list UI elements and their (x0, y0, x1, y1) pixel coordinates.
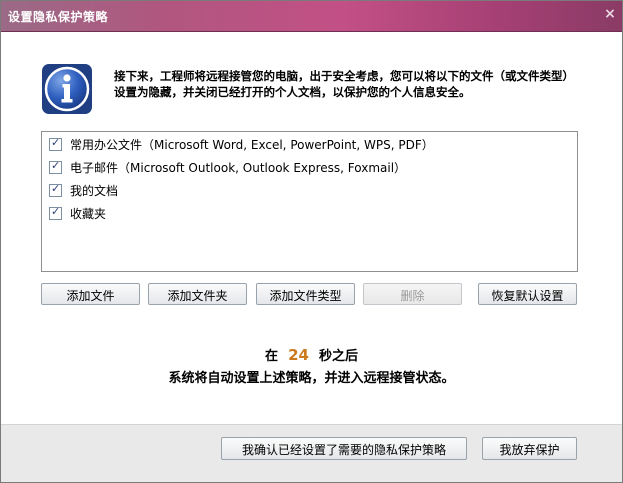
countdown-line: 在 24 秒之后 (1, 345, 622, 364)
checkbox[interactable]: ✓ (49, 135, 62, 151)
countdown-message: 系统将自动设置上述策略，并进入远程接管状态。 (168, 371, 455, 386)
checkbox[interactable]: ✓ (49, 158, 62, 174)
info-icon (42, 64, 92, 114)
add-file-button[interactable]: 添加文件 (41, 283, 140, 305)
window-title: 设置隐私保护策略 (8, 10, 109, 24)
restore-default-button[interactable]: 恢复默认设置 (478, 283, 577, 305)
close-icon[interactable]: × (602, 6, 618, 22)
delete-button[interactable]: 删除 (363, 283, 462, 305)
list-item[interactable]: ✓ 我的文档 (49, 181, 118, 199)
checkmark-icon: ✓ (51, 204, 61, 218)
list-item-label: 我的文档 (70, 183, 119, 198)
checkmark-icon: ✓ (51, 135, 61, 149)
checkbox[interactable]: ✓ (49, 181, 62, 197)
privacy-policy-dialog: 设置隐私保护策略 × 接下来，工程师将远程接管您的电脑，出于安全考虑，您可以将以… (0, 0, 623, 483)
checkbox[interactable]: ✓ (49, 204, 62, 220)
checkmark-icon: ✓ (51, 181, 61, 195)
protected-files-list[interactable]: ✓ 常用办公文件（Microsoft Word, Excel, PowerPoi… (41, 131, 578, 272)
title-bar[interactable]: 设置隐私保护策略 × (1, 1, 622, 32)
info-message: 接下来，工程师将远程接管您的电脑，出于安全考虑，您可以将以下的文件（或文件类型）… (114, 69, 574, 99)
countdown-suffix: 秒之后 (318, 349, 358, 364)
list-item-label: 电子邮件（Microsoft Outlook, Outlook Express,… (70, 160, 407, 175)
footer-bar: 我确认已经设置了需要的隐私保护策略 我放弃保护 (1, 424, 622, 482)
list-item[interactable]: ✓ 收藏夹 (49, 204, 106, 222)
countdown-prefix: 在 (265, 349, 279, 364)
add-folder-button[interactable]: 添加文件夹 (148, 283, 247, 305)
confirm-policy-button[interactable]: 我确认已经设置了需要的隐私保护策略 (221, 437, 467, 460)
add-file-type-button[interactable]: 添加文件类型 (256, 283, 355, 305)
list-item-label: 收藏夹 (70, 206, 107, 221)
abandon-protection-button[interactable]: 我放弃保护 (482, 437, 577, 460)
checkmark-icon: ✓ (51, 158, 61, 172)
list-item[interactable]: ✓ 常用办公文件（Microsoft Word, Excel, PowerPoi… (49, 135, 434, 153)
countdown-seconds: 24 (288, 346, 309, 364)
list-item[interactable]: ✓ 电子邮件（Microsoft Outlook, Outlook Expres… (49, 158, 406, 176)
list-item-label: 常用办公文件（Microsoft Word, Excel, PowerPoint… (70, 137, 434, 152)
